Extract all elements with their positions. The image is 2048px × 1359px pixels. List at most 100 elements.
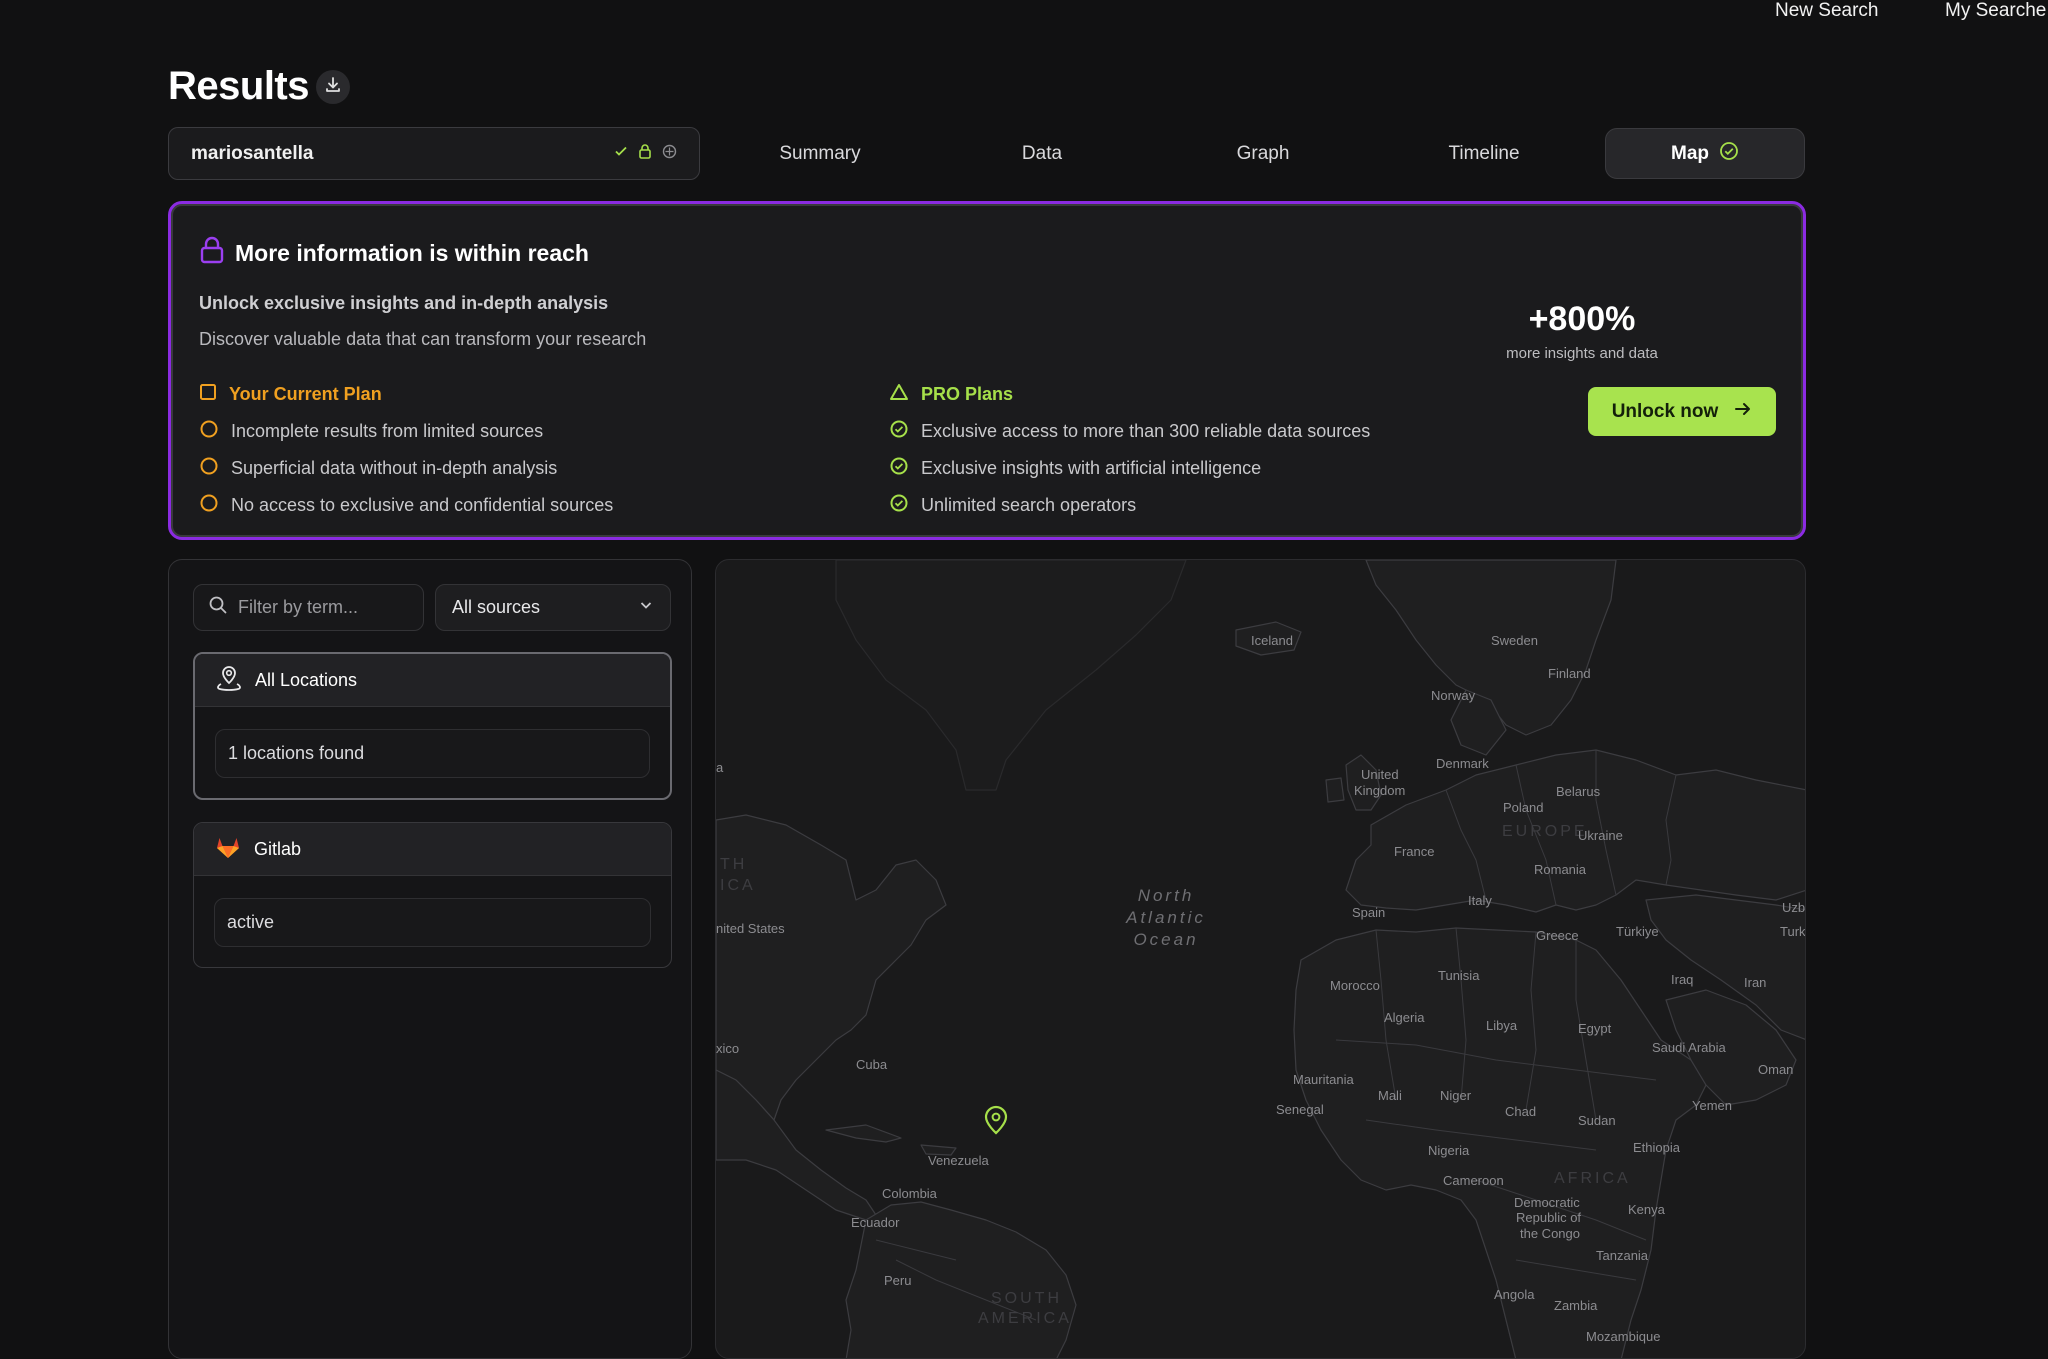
search-term-box[interactable]: mariosantella (168, 127, 700, 180)
ocean-line: Atlantic (1126, 908, 1206, 927)
current-plan-heading: Your Current Plan (199, 376, 613, 413)
country-label: Colombia (882, 1186, 937, 1201)
country-label: Sudan (1578, 1113, 1616, 1128)
filter-placeholder: Filter by term... (238, 597, 359, 617)
country-label: Venezuela (928, 1153, 989, 1168)
country-label: Ukraine (1578, 828, 1623, 843)
check-circle-icon (1719, 141, 1739, 167)
pro-plan-item: Unlimited search operators (889, 487, 1370, 524)
country-label: Tunisia (1438, 968, 1480, 983)
lock-icon (199, 236, 225, 270)
location-card-gitlab[interactable]: Gitlab active (193, 822, 672, 968)
promo-title-row: More information is within reach (199, 236, 589, 270)
download-icon (324, 76, 342, 99)
tab-summary[interactable]: Summary (745, 128, 895, 179)
country-label: Greece (1536, 928, 1579, 943)
country-label: Italy (1468, 893, 1492, 908)
my-searches-link[interactable]: My Searche (1945, 0, 2046, 22)
region-label: TH (720, 856, 748, 873)
country-label: Algeria (1384, 1010, 1425, 1025)
country-label: a (716, 760, 724, 775)
pro-plan-item: Exclusive insights with artificial intel… (889, 450, 1370, 487)
page-title: Results (168, 64, 310, 108)
country-label: Iceland (1251, 633, 1293, 648)
ocean-line: Ocean (1133, 930, 1199, 949)
country-label: Poland (1503, 800, 1544, 815)
chevron-down-icon (638, 597, 654, 618)
tab-timeline[interactable]: Timeline (1409, 128, 1559, 179)
promo-description: Discover valuable data that can transfor… (199, 329, 647, 349)
country-label: Niger (1440, 1088, 1472, 1103)
country-label: nited States (716, 921, 785, 936)
country-label: Belarus (1556, 784, 1601, 799)
heading-label: PRO Plans (921, 384, 1014, 404)
country-label: Oman (1758, 1062, 1794, 1077)
download-button[interactable] (316, 70, 350, 104)
country-label: Chad (1505, 1104, 1537, 1119)
circle-icon (199, 493, 219, 518)
country-label: Spain (1352, 905, 1386, 920)
card-title: Gitlab (254, 838, 302, 859)
search-icon (208, 595, 228, 620)
card-header: Gitlab (194, 823, 671, 876)
country-label: Yemen (1692, 1098, 1732, 1113)
country-label: Mali (1378, 1088, 1402, 1103)
circle-icon (199, 419, 219, 444)
tab-graph[interactable]: Graph (1188, 128, 1338, 179)
card-title: All Locations (255, 669, 358, 690)
current-plan-item: Incomplete results from limited sources (199, 413, 613, 450)
country-label: Kingdom (1354, 783, 1406, 798)
region-label: AFRICA (1554, 1170, 1631, 1187)
item-label: Unlimited search operators (921, 495, 1137, 515)
card-body: active (194, 876, 671, 967)
country-label: Ecuador (851, 1215, 900, 1230)
shield-icon (662, 144, 677, 164)
country-label: France (1394, 844, 1435, 859)
tab-map[interactable]: Map (1605, 128, 1805, 179)
heading-label: Your Current Plan (229, 384, 382, 404)
sources-select-value: All sources (452, 597, 541, 617)
item-label: Exclusive insights with artificial intel… (921, 458, 1262, 478)
country-label: Republic of (1516, 1210, 1582, 1225)
country-label: Denmark (1436, 756, 1489, 771)
tab-label: Graph (1236, 142, 1290, 164)
unlock-label: Unlock now (1611, 400, 1719, 422)
locations-sidebar: Filter by term... All sources All Locati… (168, 559, 692, 1359)
insights-stat-caption: more insights and data (1506, 345, 1658, 362)
country-label: Zambia (1554, 1298, 1598, 1313)
country-label: Egypt (1578, 1021, 1612, 1036)
country-label: the Congo (1520, 1226, 1580, 1241)
pro-plan-heading: PRO Plans (889, 376, 1370, 413)
gitlab-status: active (214, 898, 651, 947)
country-label: Iraq (1671, 972, 1694, 987)
item-label: No access to exclusive and confidential … (231, 495, 614, 515)
country-label: Norway (1431, 688, 1476, 703)
tab-data[interactable]: Data (967, 128, 1117, 179)
filter-input[interactable]: Filter by term... (193, 584, 424, 631)
locations-count: 1 locations found (215, 729, 650, 778)
check-circle-icon (889, 493, 909, 518)
unlock-now-button[interactable]: Unlock now (1588, 387, 1776, 436)
card-header: All Locations (195, 654, 670, 707)
lock-icon (638, 143, 652, 164)
country-label: Democratic (1514, 1195, 1580, 1210)
location-card-all[interactable]: All Locations 1 locations found (193, 652, 672, 800)
item-label: Incomplete results from limited sources (231, 421, 544, 441)
sources-select[interactable]: All sources (435, 584, 671, 631)
new-search-link[interactable]: New Search (1775, 0, 1879, 22)
current-plan-list: Your Current Plan Incomplete results fro… (199, 376, 613, 524)
map-land (716, 560, 1805, 1358)
world-map[interactable]: TH ICA EUROPE AFRICA SOUTH AMERICA North… (715, 559, 1806, 1359)
country-label: Ethiopia (1633, 1140, 1680, 1155)
check-circle-icon (889, 456, 909, 481)
check-icon (614, 144, 628, 163)
country-label: Iran (1744, 975, 1767, 990)
region-label: ICA (720, 877, 756, 894)
promo-subtitle: Unlock exclusive insights and in-depth a… (199, 293, 609, 313)
triangle-icon (889, 383, 909, 406)
country-label: Turkmen (1780, 924, 1806, 939)
country-label: Uzb (1782, 900, 1806, 915)
country-label: Libya (1486, 1018, 1518, 1033)
country-label: Romania (1534, 862, 1587, 877)
country-label: Tanzania (1596, 1248, 1649, 1263)
